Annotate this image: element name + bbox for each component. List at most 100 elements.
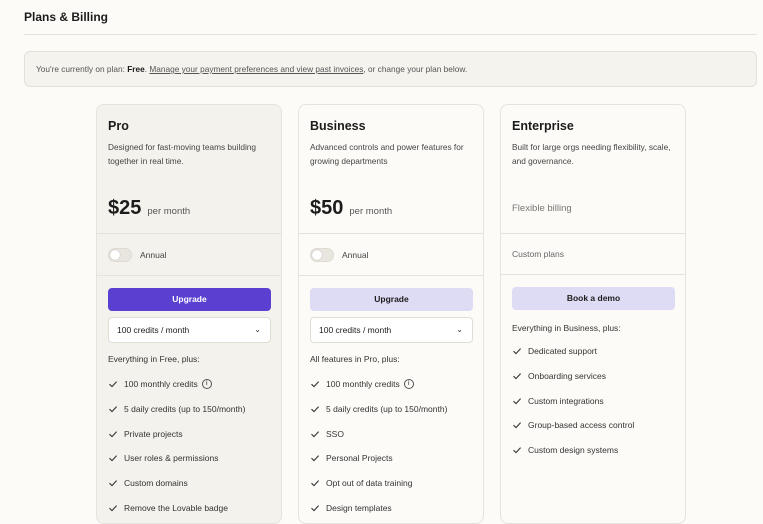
feature-label: Dedicated support (528, 346, 597, 357)
plan-card-enterprise: Enterprise Built for large orgs needing … (500, 104, 686, 524)
feature-item: 100 monthly credits i (310, 372, 447, 397)
price-period: per month (349, 206, 393, 217)
feature-label: Personal Projects (326, 453, 393, 464)
credits-select-value: 100 credits / month (117, 325, 190, 335)
feature-item: Custom design systems (512, 438, 634, 463)
flexible-billing-label: Flexible billing (512, 203, 572, 214)
feature-label: Custom domains (124, 478, 188, 489)
feature-item: SSO (310, 421, 447, 446)
price-period: per month (147, 206, 191, 217)
plan-title: Pro (108, 119, 129, 133)
features-heading: Everything in Business, plus: (512, 323, 621, 333)
manage-payment-link[interactable]: Manage your payment preferences and view… (149, 64, 363, 74)
check-icon (513, 397, 522, 405)
check-icon (311, 406, 320, 413)
check-icon (513, 348, 522, 355)
check-icon (311, 455, 320, 462)
feature-label: 100 monthly credits (124, 379, 198, 390)
features-list: 100 monthly credits i 5 daily credits (up… (108, 372, 245, 520)
chevron-down-icon: ⌄ (254, 325, 261, 334)
notice-suffix: , or change your plan below. (363, 64, 468, 74)
chevron-down-icon: ⌄ (456, 325, 463, 334)
feature-label: Opt out of data training (326, 478, 413, 489)
check-icon (109, 381, 118, 388)
check-icon (513, 447, 522, 454)
toggle-knob (110, 250, 120, 260)
feature-label: Group-based access control (528, 420, 635, 431)
check-icon (109, 480, 118, 487)
feature-item: Opt out of data training (310, 471, 447, 496)
features-heading: All features in Pro, plus: (310, 354, 400, 364)
feature-item: Onboarding services (512, 364, 634, 389)
feature-item: Group-based access control (512, 413, 634, 438)
plan-price: $25 per month (108, 197, 190, 220)
feature-item: Custom domains (108, 471, 245, 496)
check-icon (311, 480, 320, 487)
feature-item: Dedicated support (512, 339, 634, 364)
credits-select[interactable]: 100 credits / month ⌄ (310, 317, 473, 343)
check-icon (109, 505, 118, 512)
feature-label: User roles & permissions (124, 453, 219, 464)
feature-label: 5 daily credits (up to 150/month) (124, 404, 246, 415)
plan-title: Enterprise (512, 119, 574, 133)
notice-prefix: You're currently on plan: (36, 64, 128, 74)
check-icon (311, 381, 320, 388)
check-icon (311, 505, 320, 512)
check-icon (109, 430, 118, 438)
feature-item: Custom integrations (512, 388, 634, 413)
divider (97, 275, 281, 276)
header-divider (24, 34, 757, 35)
divider (501, 274, 685, 275)
feature-item: Private projects (108, 421, 245, 446)
feature-item: Design templates (310, 495, 447, 520)
divider (97, 233, 281, 234)
features-list: Dedicated support Onboarding services Cu… (512, 339, 634, 462)
price-amount: $25 (108, 197, 142, 219)
plan-description: Designed for fast-moving teams building … (108, 142, 257, 166)
feature-item: Personal Projects (310, 446, 447, 471)
check-icon (109, 455, 118, 462)
check-icon (109, 406, 118, 413)
feature-item: 100 monthly credits i (108, 372, 245, 397)
divider (299, 233, 483, 234)
feature-item: User roles & permissions (108, 446, 245, 471)
feature-item: 5 daily credits (up to 150/month) (310, 397, 447, 422)
custom-plans-label: Custom plans (512, 249, 564, 259)
info-icon[interactable]: i (201, 379, 212, 390)
feature-label: SSO (326, 428, 344, 439)
plan-description: Built for large orgs needing flexibility… (512, 142, 671, 166)
features-list: 100 monthly credits i 5 daily credits (up… (310, 372, 447, 520)
plan-card-pro: Pro Designed for fast-moving teams build… (96, 104, 282, 524)
check-icon (513, 373, 522, 380)
check-icon (311, 430, 320, 438)
check-icon (513, 422, 522, 429)
annual-toggle[interactable] (310, 248, 334, 262)
upgrade-button[interactable]: Upgrade (108, 288, 271, 311)
credits-select[interactable]: 100 credits / month ⌄ (108, 317, 271, 343)
divider (501, 233, 685, 234)
annual-toggle-label: Annual (140, 250, 167, 260)
info-icon[interactable]: i (403, 379, 414, 390)
current-plan-name: Free (127, 64, 145, 74)
upgrade-button[interactable]: Upgrade (310, 288, 473, 311)
book-demo-button[interactable]: Book a demo (512, 287, 675, 310)
feature-label: 5 daily credits (up to 150/month) (326, 404, 448, 415)
feature-label: Remove the Lovable badge (124, 502, 228, 513)
price-amount: $50 (310, 197, 344, 219)
feature-label: Custom integrations (528, 395, 604, 406)
divider (299, 275, 483, 276)
feature-item: Remove the Lovable badge (108, 495, 245, 520)
current-plan-notice: You're currently on plan: Free. Manage y… (24, 51, 757, 87)
plan-card-business: Business Advanced controls and power fea… (298, 104, 484, 524)
plan-description: Advanced controls and power features for… (310, 142, 464, 166)
annual-toggle-label: Annual (342, 250, 369, 260)
toggle-knob (312, 250, 322, 260)
annual-toggle[interactable] (108, 248, 132, 262)
page-title: Plans & Billing (24, 10, 109, 24)
feature-label: Design templates (326, 502, 392, 513)
plan-title: Business (310, 119, 366, 133)
features-heading: Everything in Free, plus: (108, 354, 200, 364)
credits-select-value: 100 credits / month (319, 325, 392, 335)
feature-label: 100 monthly credits (326, 379, 400, 390)
feature-label: Onboarding services (528, 371, 606, 382)
